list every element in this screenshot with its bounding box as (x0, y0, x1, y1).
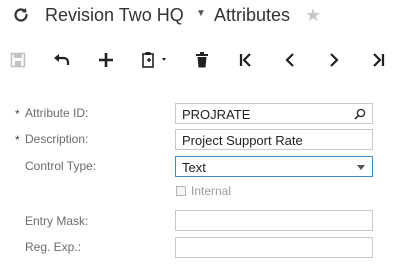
attribute-id-field[interactable]: PROJRATE (175, 103, 373, 124)
required-marker: * (15, 133, 20, 147)
refresh-icon[interactable] (12, 6, 30, 24)
company-name[interactable]: Revision Two HQ (45, 5, 184, 26)
attribute-id-value: PROJRATE (182, 107, 251, 122)
next-record-icon[interactable] (324, 50, 344, 70)
first-record-icon[interactable] (236, 50, 256, 70)
description-label: Description: (25, 132, 89, 146)
search-icon[interactable] (354, 108, 366, 123)
entry-mask-label: Entry Mask: (25, 214, 89, 228)
internal-checkbox[interactable] (176, 186, 186, 196)
chevron-down-icon[interactable]: ▼ (196, 8, 206, 19)
previous-record-icon[interactable] (280, 50, 300, 70)
internal-label: Internal (191, 184, 232, 198)
star-icon[interactable]: ★ (305, 5, 321, 26)
entry-mask-field[interactable] (175, 210, 373, 231)
last-record-icon[interactable] (368, 50, 388, 70)
reg-exp-label: Reg. Exp.: (25, 240, 82, 254)
copy-paste-icon[interactable] (140, 50, 174, 70)
control-type-label: Control Type: (25, 159, 97, 173)
delete-icon[interactable] (192, 50, 212, 70)
add-icon[interactable] (96, 50, 116, 70)
reg-exp-field[interactable] (175, 237, 373, 258)
toolbar (0, 44, 394, 74)
description-value: Project Support Rate (182, 133, 303, 148)
chevron-down-icon[interactable] (357, 165, 365, 170)
title-bar: Revision Two HQ ▼ Attributes ★ (0, 0, 394, 32)
undo-icon[interactable] (52, 50, 72, 70)
save-icon[interactable] (8, 50, 28, 70)
page-title: Attributes (214, 5, 291, 25)
control-type-select[interactable]: Text (175, 156, 373, 177)
control-type-value: Text (182, 160, 206, 175)
description-field[interactable]: Project Support Rate (175, 129, 373, 150)
attribute-id-label: Attribute ID: (25, 106, 89, 120)
required-marker: * (15, 107, 20, 121)
